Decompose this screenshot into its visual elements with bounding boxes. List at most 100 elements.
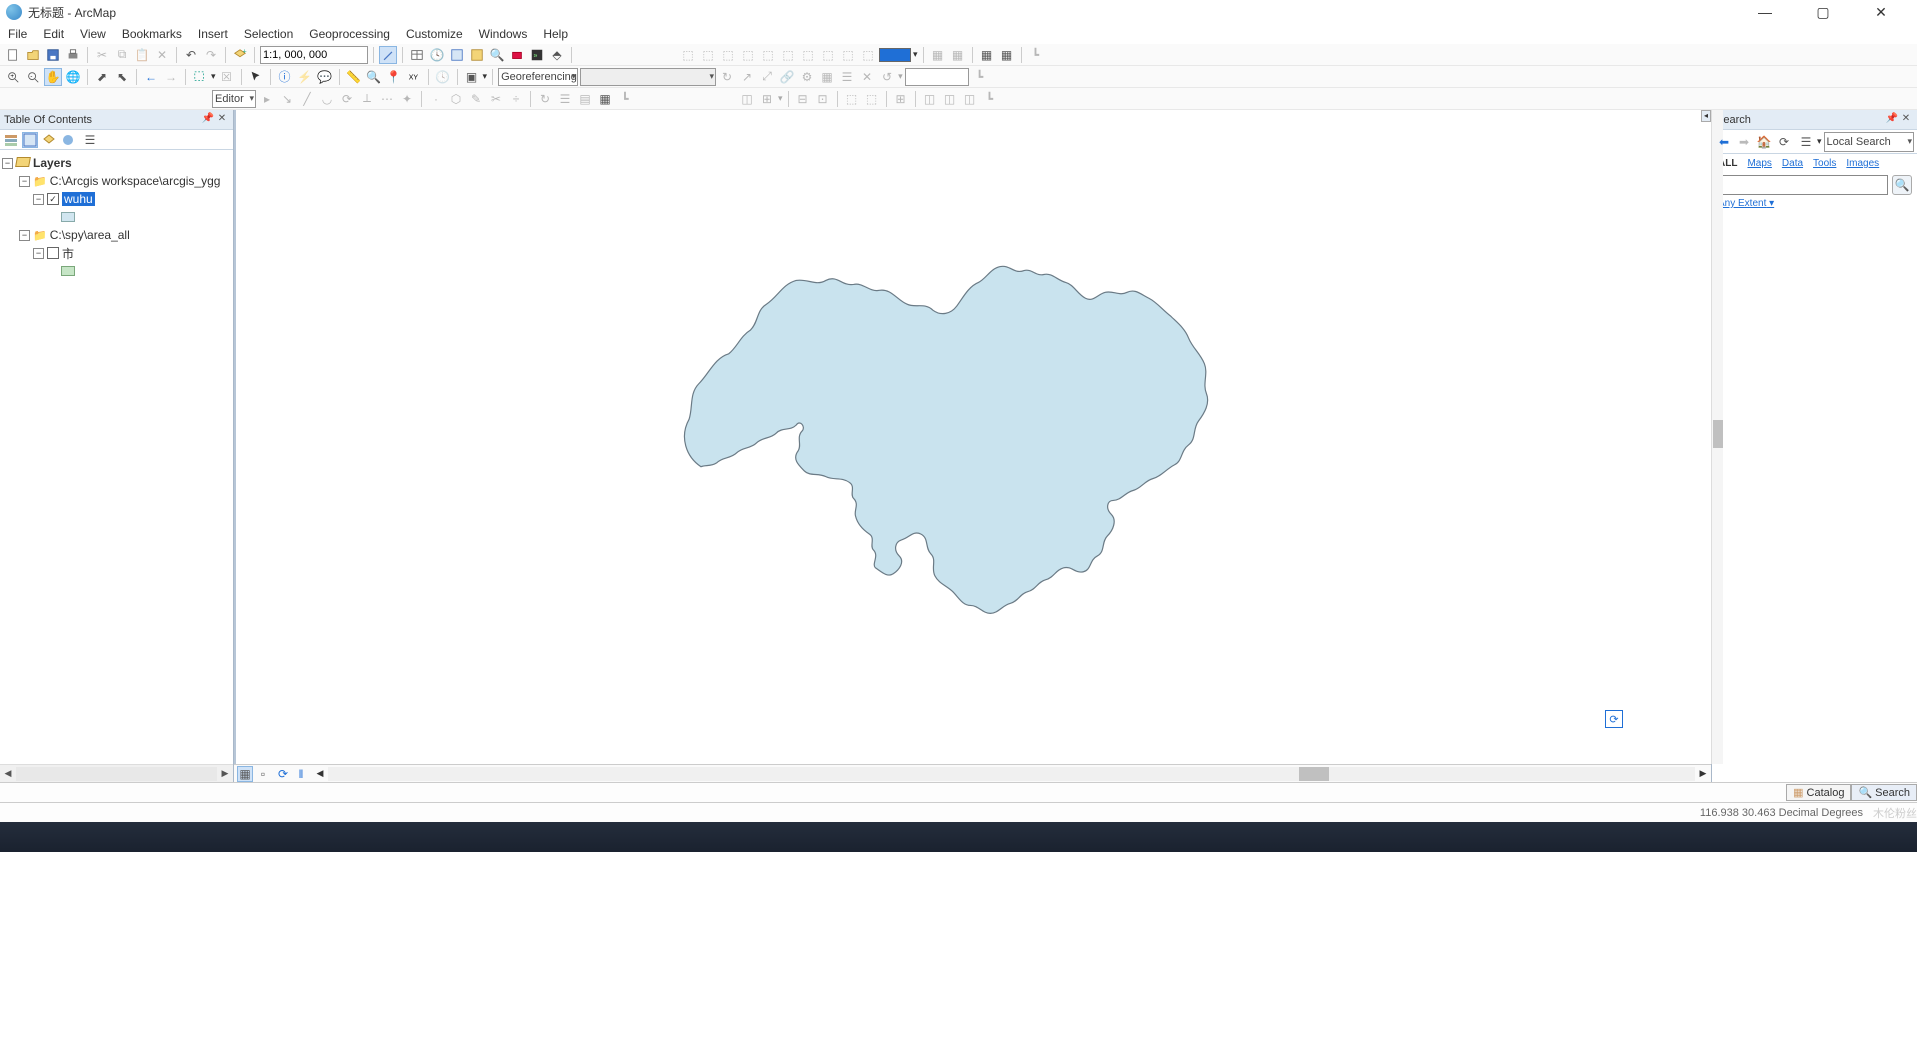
- search-go-button[interactable]: 🔍: [1892, 175, 1912, 195]
- minimize-button[interactable]: —: [1745, 4, 1785, 21]
- full-extent-icon[interactable]: 🌐: [64, 68, 82, 86]
- tree-layer-wuhu[interactable]: − ✓ wuhu: [2, 190, 231, 208]
- hscroll-thumb[interactable]: [1299, 767, 1329, 781]
- find-route-icon[interactable]: 📍: [385, 68, 403, 86]
- back-extent-icon[interactable]: ←: [142, 68, 160, 86]
- search-input[interactable]: [1717, 175, 1888, 195]
- new-icon[interactable]: [4, 46, 22, 64]
- tree-group-2[interactable]: − 📁 C:\spy\area_all: [2, 226, 231, 244]
- extent-link[interactable]: Any Extent ▾: [1718, 198, 1774, 209]
- tab-data[interactable]: Data: [1782, 158, 1803, 169]
- tree-symbol-2[interactable]: [2, 262, 231, 280]
- refresh-view-icon[interactable]: ⟳: [275, 766, 291, 782]
- list-by-visibility-icon[interactable]: [41, 132, 57, 148]
- select-elements-icon[interactable]: [247, 68, 265, 86]
- effects-tool3-icon[interactable]: ▦: [978, 46, 996, 64]
- zoom-in-icon[interactable]: +: [4, 68, 22, 86]
- hscroll-left-icon[interactable]: ◀: [312, 768, 328, 779]
- search-tab[interactable]: 🔍Search: [1851, 784, 1917, 801]
- toc-hscrollbar[interactable]: ◀ ▶: [0, 764, 233, 782]
- editor-dropdown[interactable]: Editor: [212, 90, 256, 108]
- scroll-right-icon[interactable]: ▶: [217, 768, 233, 779]
- pause-drawing-icon[interactable]: ‖: [293, 766, 309, 782]
- menu-insert[interactable]: Insert: [198, 27, 228, 41]
- layout-view-icon[interactable]: ▫: [255, 766, 271, 782]
- layer-checkbox[interactable]: [47, 247, 59, 259]
- menu-geoprocessing[interactable]: Geoprocessing: [309, 27, 390, 41]
- zoom-out-icon[interactable]: -: [24, 68, 42, 86]
- find-icon[interactable]: 🔍: [365, 68, 383, 86]
- tree-root-layers[interactable]: − Layers: [2, 154, 231, 172]
- pin-icon[interactable]: 📌: [201, 113, 215, 127]
- fixed-zoom-in-icon[interactable]: ⬈: [93, 68, 111, 86]
- create-features-icon[interactable]: ▦: [596, 90, 614, 108]
- symbol-swatch[interactable]: [61, 266, 75, 276]
- map-refresh-icon[interactable]: ⟳: [1605, 710, 1623, 728]
- expander-icon[interactable]: −: [33, 194, 44, 205]
- tab-maps[interactable]: Maps: [1747, 158, 1771, 169]
- fixed-zoom-out-icon[interactable]: ⬉: [113, 68, 131, 86]
- layer-checkbox[interactable]: ✓: [47, 193, 59, 205]
- pin-icon[interactable]: 📌: [1885, 113, 1899, 127]
- map-canvas[interactable]: [236, 110, 1711, 764]
- fill-color-swatch[interactable]: [879, 48, 911, 62]
- map-hscrollbar[interactable]: [328, 767, 1695, 781]
- arc-toolbox-icon[interactable]: [508, 46, 526, 64]
- select-features-icon[interactable]: [191, 68, 209, 86]
- toc-close-icon[interactable]: ✕: [215, 113, 229, 127]
- expander-icon[interactable]: −: [19, 230, 30, 241]
- identify-icon[interactable]: ⓘ: [276, 68, 294, 86]
- catalog-tab[interactable]: ▦Catalog: [1786, 784, 1851, 801]
- tree-symbol-1[interactable]: [2, 208, 231, 226]
- search-back-icon[interactable]: ⬅: [1715, 133, 1733, 151]
- list-by-selection-icon[interactable]: [60, 132, 76, 148]
- go-to-xy-icon[interactable]: XY: [405, 68, 423, 86]
- data-view-icon[interactable]: ▦: [237, 766, 253, 782]
- menu-view[interactable]: View: [80, 27, 106, 41]
- list-by-drawing-icon[interactable]: [3, 132, 19, 148]
- tab-images[interactable]: Images: [1846, 158, 1879, 169]
- menu-help[interactable]: Help: [543, 27, 568, 41]
- georef-value-input[interactable]: [905, 68, 969, 86]
- editor-toolbar-icon[interactable]: [379, 46, 397, 64]
- close-button[interactable]: ✕: [1861, 4, 1901, 21]
- search-scope-dropdown[interactable]: Local Search: [1824, 132, 1914, 152]
- list-by-source-icon[interactable]: [22, 132, 38, 148]
- search-window-icon[interactable]: 🔍: [488, 46, 506, 64]
- menu-file[interactable]: File: [8, 27, 27, 41]
- menu-bookmarks[interactable]: Bookmarks: [122, 27, 182, 41]
- pan-icon[interactable]: ✋: [44, 68, 62, 86]
- search-index-icon[interactable]: ☰: [1797, 133, 1815, 151]
- add-data-icon[interactable]: +: [231, 46, 249, 64]
- open-icon[interactable]: [24, 46, 42, 64]
- measure-icon[interactable]: 📏: [345, 68, 363, 86]
- search-close-icon[interactable]: ✕: [1899, 113, 1913, 127]
- map-view[interactable]: ◂ ⟳: [234, 110, 1711, 764]
- catalog-window-icon[interactable]: [468, 46, 486, 64]
- save-icon[interactable]: [44, 46, 62, 64]
- georeferencing-dropdown[interactable]: Georeferencing: [498, 68, 578, 86]
- maximize-button[interactable]: ▢: [1803, 4, 1843, 21]
- toc-options-icon[interactable]: ☰: [82, 132, 98, 148]
- print-icon[interactable]: [64, 46, 82, 64]
- search-home-icon[interactable]: 🏠: [1755, 133, 1773, 151]
- scroll-track[interactable]: [16, 767, 217, 781]
- menu-customize[interactable]: Customize: [406, 27, 463, 41]
- expander-icon[interactable]: −: [33, 248, 44, 259]
- tab-tools[interactable]: Tools: [1813, 158, 1836, 169]
- map-vscrollbar[interactable]: [1711, 110, 1723, 764]
- html-popup-icon[interactable]: 💬: [316, 68, 334, 86]
- menu-edit[interactable]: Edit: [43, 27, 64, 41]
- menu-windows[interactable]: Windows: [479, 27, 528, 41]
- menu-selection[interactable]: Selection: [244, 27, 293, 41]
- hscroll-right-icon[interactable]: ▶: [1695, 768, 1711, 779]
- scroll-left-icon[interactable]: ◀: [0, 768, 16, 779]
- expander-icon[interactable]: −: [2, 158, 13, 169]
- search-refresh-icon[interactable]: ⟳: [1775, 133, 1793, 151]
- time-slider-icon[interactable]: 🕓: [428, 46, 446, 64]
- create-viewer-icon[interactable]: ▣: [463, 68, 481, 86]
- vscroll-thumb[interactable]: [1713, 420, 1723, 448]
- window-list-icon[interactable]: [448, 46, 466, 64]
- tree-layer-shi[interactable]: − 市: [2, 244, 231, 262]
- expander-icon[interactable]: −: [19, 176, 30, 187]
